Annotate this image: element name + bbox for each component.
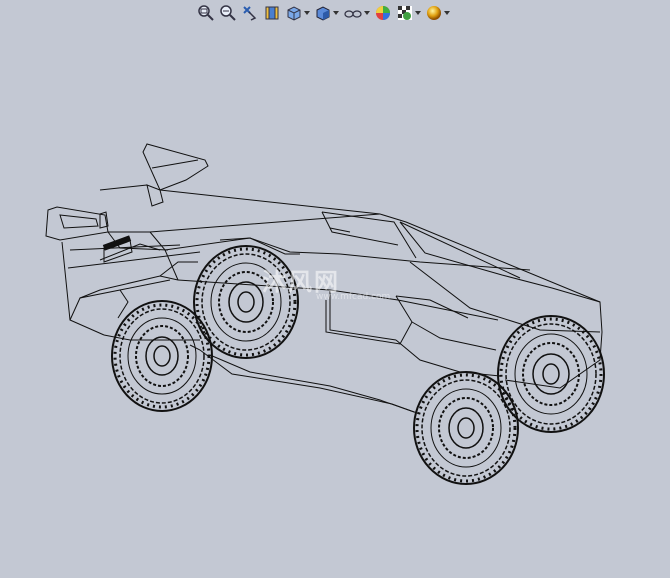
display-style-icon bbox=[316, 6, 330, 21]
view-orientation-button[interactable] bbox=[284, 3, 311, 23]
view-orientation-icon bbox=[287, 6, 301, 21]
edit-appearance-icon bbox=[376, 6, 390, 20]
rear-left-tire bbox=[111, 300, 213, 412]
display-style-button[interactable] bbox=[313, 3, 340, 23]
previous-view-icon bbox=[243, 6, 257, 21]
section-view-icon bbox=[265, 6, 279, 20]
zoom-to-area-button[interactable] bbox=[218, 3, 238, 23]
chevron-down-icon bbox=[444, 11, 450, 15]
heads-up-view-toolbar bbox=[196, 2, 451, 24]
front-right-tire bbox=[497, 315, 605, 433]
chevron-down-icon bbox=[364, 11, 370, 15]
chevron-down-icon bbox=[415, 11, 421, 15]
section-view-button[interactable] bbox=[262, 3, 282, 23]
chevron-down-icon bbox=[333, 11, 339, 15]
hide-show-items-icon bbox=[344, 10, 362, 18]
graphics-viewport[interactable]: 沐风网 www.mfcad.com bbox=[0, 0, 670, 574]
zoom-to-fit-icon bbox=[198, 5, 214, 21]
apply-scene-button[interactable] bbox=[395, 3, 422, 23]
watermark-url: www.mfcad.com bbox=[316, 292, 391, 302]
front-left-tire bbox=[413, 371, 519, 485]
view-settings-icon bbox=[427, 6, 441, 20]
chevron-down-icon bbox=[304, 11, 310, 15]
edit-appearance-button[interactable] bbox=[373, 3, 393, 23]
previous-view-button[interactable] bbox=[240, 3, 260, 23]
zoom-to-area-icon bbox=[220, 5, 236, 21]
view-settings-button[interactable] bbox=[424, 3, 451, 23]
hide-show-items-button[interactable] bbox=[342, 3, 371, 23]
zoom-to-fit-button[interactable] bbox=[196, 3, 216, 23]
apply-scene-icon bbox=[398, 6, 412, 20]
